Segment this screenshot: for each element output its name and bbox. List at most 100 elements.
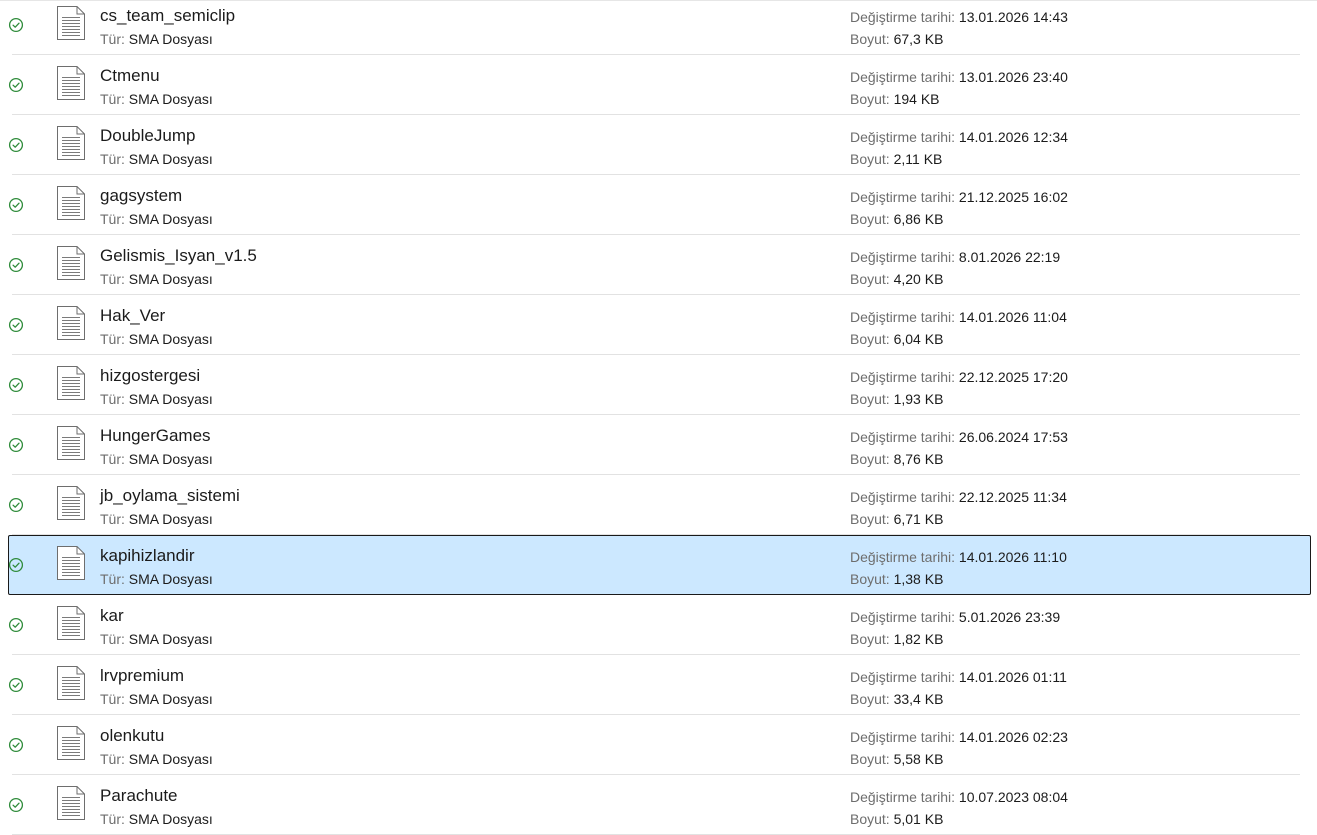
file-name[interactable]: kapihizlandir: [100, 546, 195, 566]
file-row[interactable]: lrvpremium Tür: SMA Dosyası Değiştirme tar…: [0, 655, 1317, 715]
modified-date: Değiştirme tarihi: 5.01.2026 23:39: [850, 609, 1060, 625]
modified-date-value: 5.01.2026 23:39: [958, 609, 1061, 625]
modified-date: Değiştirme tarihi: 14.01.2026 02:23: [850, 729, 1068, 745]
file-type: Tür: SMA Dosyası: [100, 271, 213, 287]
file-row[interactable]: olenkutu Tür: SMA Dosyası Değiştirme tarih…: [0, 715, 1317, 775]
document-file-icon: [56, 725, 86, 761]
file-name[interactable]: lrvpremium: [100, 666, 184, 686]
file-name[interactable]: jb_oylama_sistemi: [100, 486, 240, 506]
file-type: Tür: SMA Dosyası: [100, 571, 213, 587]
modified-date: Değiştirme tarihi: 14.01.2026 01:11: [850, 669, 1067, 685]
sync-status-icon: [8, 557, 24, 573]
document-file-icon: [56, 365, 86, 401]
file-row[interactable]: kapihizlandir Tür: SMA Dosyası Değiştirme …: [0, 535, 1317, 595]
file-size-label: Boyut:: [850, 211, 890, 227]
file-row[interactable]: Gelismis_Isyan_v1.5 Tür: SMA Dosyası Değiş…: [0, 235, 1317, 295]
file-type: Tür: SMA Dosyası: [100, 151, 213, 167]
file-size: Boyut: 1,82 KB: [850, 631, 943, 647]
file-size: Boyut: 4,20 KB: [850, 271, 943, 287]
modified-date: Değiştirme tarihi: 22.12.2025 11:34: [850, 489, 1067, 505]
file-list: cs_team_semiclip Tür: SMA Dosyası Değiştir…: [0, 0, 1317, 835]
file-type-value: SMA Dosyası: [128, 811, 213, 827]
type-label: Tür:: [100, 691, 125, 707]
file-row[interactable]: hizgostergesi Tür: SMA Dosyası Değiştirme …: [0, 355, 1317, 415]
file-size-value: 4,20 KB: [893, 271, 944, 287]
file-name[interactable]: DoubleJump: [100, 126, 195, 146]
file-size: Boyut: 6,71 KB: [850, 511, 943, 527]
file-name[interactable]: hizgostergesi: [100, 366, 200, 386]
file-size-label: Boyut:: [850, 91, 890, 107]
modified-date-label: Değiştirme tarihi:: [850, 189, 956, 205]
file-size: Boyut: 6,04 KB: [850, 331, 943, 347]
modified-date-label: Değiştirme tarihi:: [850, 249, 956, 265]
file-type-value: SMA Dosyası: [128, 511, 213, 527]
file-size-value: 194 KB: [893, 91, 940, 107]
file-type: Tür: SMA Dosyası: [100, 391, 213, 407]
file-size: Boyut: 5,01 KB: [850, 811, 943, 827]
file-row[interactable]: DoubleJump Tür: SMA Dosyası Değiştirme tar…: [0, 115, 1317, 175]
modified-date-value: 14.01.2026 12:34: [958, 129, 1068, 145]
modified-date: Değiştirme tarihi: 13.01.2026 23:40: [850, 69, 1068, 85]
modified-date-label: Değiştirme tarihi:: [850, 309, 956, 325]
file-row[interactable]: cs_team_semiclip Tür: SMA Dosyası Değiştir…: [0, 0, 1317, 55]
file-name[interactable]: Gelismis_Isyan_v1.5: [100, 246, 257, 266]
file-size-label: Boyut:: [850, 31, 890, 47]
file-name[interactable]: cs_team_semiclip: [100, 6, 235, 26]
file-size: Boyut: 2,11 KB: [850, 151, 942, 167]
file-name[interactable]: gagsystem: [100, 186, 182, 206]
file-row[interactable]: gagsystem Tür: SMA Dosyası Değiştirme tari…: [0, 175, 1317, 235]
modified-date-label: Değiştirme tarihi:: [850, 549, 956, 565]
sync-status-icon: [8, 17, 24, 33]
file-name[interactable]: kar: [100, 606, 124, 626]
document-file-icon: [56, 425, 86, 461]
file-name[interactable]: Parachute: [100, 786, 178, 806]
file-size-label: Boyut:: [850, 331, 890, 347]
document-file-icon: [56, 65, 86, 101]
sync-status-icon: [8, 737, 24, 753]
file-row[interactable]: Parachute Tür: SMA Dosyası Değiştirme tari…: [0, 775, 1317, 835]
document-file-icon: [56, 605, 86, 641]
file-row[interactable]: Hak_Ver Tür: SMA Dosyası Değiştirme tarihi…: [0, 295, 1317, 355]
file-name[interactable]: Ctmenu: [100, 66, 160, 86]
file-name[interactable]: olenkutu: [100, 726, 164, 746]
file-row[interactable]: Ctmenu Tür: SMA Dosyası Değiştirme tarihi:…: [0, 55, 1317, 115]
file-size-value: 1,93 KB: [893, 391, 944, 407]
document-file-icon: [56, 485, 86, 521]
file-size: Boyut: 6,86 KB: [850, 211, 943, 227]
file-row[interactable]: jb_oylama_sistemi Tür: SMA Dosyası Değişti…: [0, 475, 1317, 535]
file-size-label: Boyut:: [850, 631, 890, 647]
document-file-icon: [56, 305, 86, 341]
file-type-value: SMA Dosyası: [128, 31, 213, 47]
modified-date-value: 14.01.2026 11:04: [958, 309, 1067, 325]
file-size-value: 6,86 KB: [893, 211, 944, 227]
file-row[interactable]: HungerGames Tür: SMA Dosyası Değiştirme ta…: [0, 415, 1317, 475]
document-file-icon: [56, 185, 86, 221]
modified-date: Değiştirme tarihi: 8.01.2026 22:19: [850, 249, 1060, 265]
type-label: Tür:: [100, 151, 125, 167]
file-name[interactable]: HungerGames: [100, 426, 211, 446]
file-type-value: SMA Dosyası: [128, 631, 213, 647]
document-file-icon: [56, 545, 86, 581]
modified-date-label: Değiştirme tarihi:: [850, 729, 956, 745]
sync-status-icon: [8, 77, 24, 93]
file-type-value: SMA Dosyası: [128, 271, 213, 287]
file-size-value: 5,01 KB: [893, 811, 944, 827]
file-size-value: 6,71 KB: [893, 511, 944, 527]
sync-status-icon: [8, 317, 24, 333]
file-size: Boyut: 33,4 KB: [850, 691, 943, 707]
file-type: Tür: SMA Dosyası: [100, 211, 213, 227]
sync-status-icon: [8, 797, 24, 813]
type-label: Tür:: [100, 31, 125, 47]
type-label: Tür:: [100, 331, 125, 347]
file-size-value: 8,76 KB: [893, 451, 944, 467]
file-size-label: Boyut:: [850, 571, 890, 587]
type-label: Tür:: [100, 451, 125, 467]
file-name[interactable]: Hak_Ver: [100, 306, 165, 326]
file-size-label: Boyut:: [850, 391, 890, 407]
modified-date-label: Değiştirme tarihi:: [850, 129, 956, 145]
file-row[interactable]: kar Tür: SMA Dosyası Değiştirme tarihi: 5.…: [0, 595, 1317, 655]
modified-date-value: 22.12.2025 17:20: [958, 369, 1068, 385]
file-size-label: Boyut:: [850, 751, 890, 767]
file-size: Boyut: 8,76 KB: [850, 451, 943, 467]
sync-status-icon: [8, 197, 24, 213]
